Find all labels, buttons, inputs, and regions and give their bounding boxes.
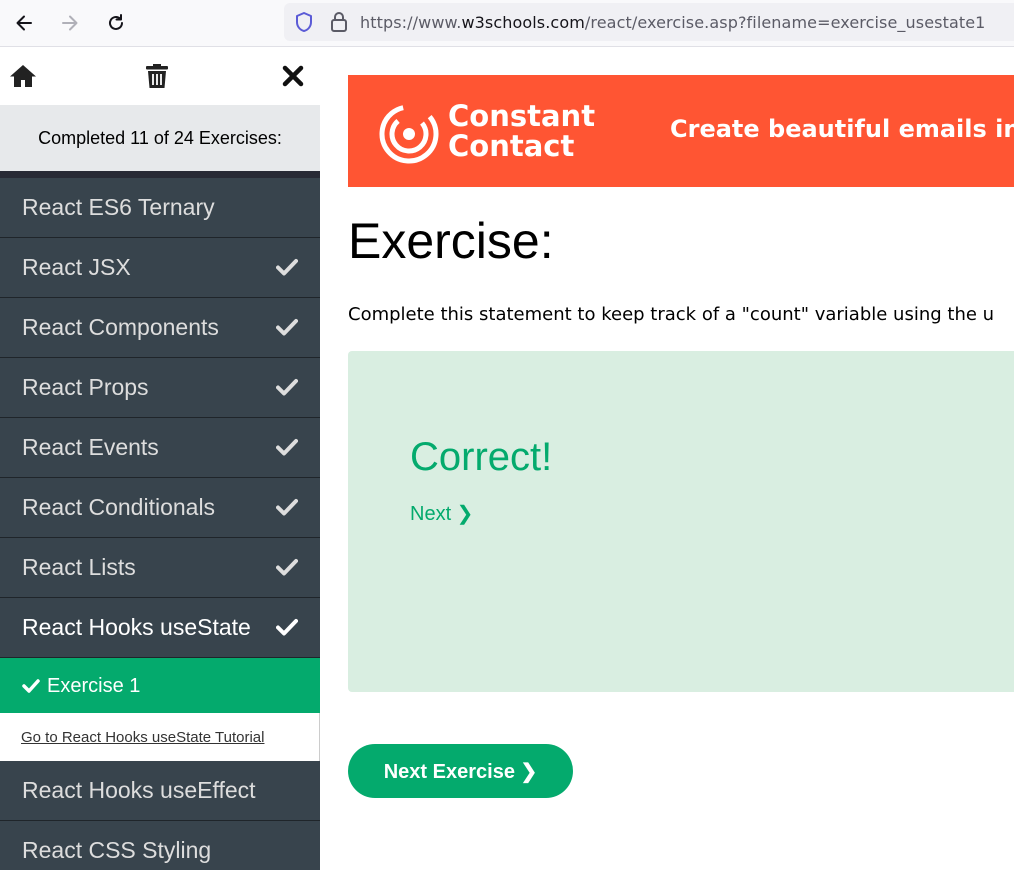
current-exercise-label: Exercise 1: [47, 675, 141, 697]
next-link[interactable]: Next ❯: [410, 501, 473, 526]
result-text: Correct!: [410, 435, 553, 479]
sidebar-item-react-es6-ternary[interactable]: React ES6 Ternary: [0, 178, 320, 238]
progress-text: Completed 11 of 24 Exercises:: [0, 105, 320, 171]
back-icon[interactable]: [10, 9, 38, 37]
lock-icon[interactable]: [330, 11, 348, 37]
sidebar-item-label: React JSX: [22, 254, 131, 280]
sidebar-item-react-props[interactable]: React Props: [0, 358, 320, 418]
sidebar-item-label: React CSS Styling: [22, 837, 212, 863]
checkmark-icon: [22, 679, 40, 693]
sidebar-item-label: React Events: [22, 434, 159, 460]
checkmark-icon: [276, 259, 298, 276]
sidebar-item-react-jsx[interactable]: React JSX: [0, 238, 320, 298]
sidebar-item-label: React Components: [22, 314, 219, 340]
current-exercise-item[interactable]: Exercise 1: [0, 658, 320, 713]
ad-brand: Constant Contact: [448, 99, 596, 163]
page-title: Exercise:: [348, 213, 554, 269]
address-bar[interactable]: https://www.w3schools.com/react/exercise…: [284, 3, 1014, 41]
checkmark-icon: [276, 499, 298, 516]
exercise-sidebar: Completed 11 of 24 Exercises: React ES6 …: [0, 47, 320, 870]
constant-contact-logo-icon: [379, 104, 439, 164]
sidebar-toolbar: [0, 47, 320, 105]
sidebar-item-label: React Hooks useEffect: [22, 777, 256, 803]
tracking-protection-icon[interactable]: [294, 11, 314, 37]
sidebar-item-react-hooks-usestate[interactable]: React Hooks useState: [0, 598, 320, 658]
next-exercise-button[interactable]: Next Exercise ❯: [348, 744, 573, 798]
checkmark-icon: [276, 559, 298, 576]
forward-icon[interactable]: [56, 9, 84, 37]
sidebar-item-label: React ES6 Ternary: [22, 194, 215, 220]
checkmark-icon: [276, 619, 298, 636]
close-icon[interactable]: [277, 60, 309, 92]
sidebar-item-react-conditionals[interactable]: React Conditionals: [0, 478, 320, 538]
url-text: https://www.w3schools.com/react/exercise…: [360, 13, 986, 32]
checkmark-icon: [276, 379, 298, 396]
sidebar-item-label: React Props: [22, 374, 149, 400]
home-icon[interactable]: [7, 60, 39, 92]
sidebar-item-react-lists[interactable]: React Lists: [0, 538, 320, 598]
checkmark-icon: [276, 319, 298, 336]
checkmark-icon: [276, 439, 298, 456]
reload-icon[interactable]: [102, 9, 130, 37]
sidebar-item-react-hooks-useeffect[interactable]: React Hooks useEffect: [0, 761, 320, 821]
sidebar-item-react-css-styling[interactable]: React CSS Styling: [0, 821, 320, 870]
browser-toolbar: https://www.w3schools.com/react/exercise…: [0, 0, 1014, 47]
sidebar-item-react-events[interactable]: React Events: [0, 418, 320, 478]
ad-banner[interactable]: Constant Contact Create beautiful emails…: [348, 75, 1014, 187]
sidebar-item-react-components[interactable]: React Components: [0, 298, 320, 358]
exercise-list: React ES6 Ternary React JSX React Compon…: [0, 178, 320, 870]
tutorial-link-row: Go to React Hooks useState Tutorial: [0, 713, 320, 761]
ad-tagline: Create beautiful emails in m: [670, 115, 1014, 143]
sidebar-item-label: React Hooks useState: [22, 614, 251, 640]
sidebar-item-label: React Conditionals: [22, 494, 216, 520]
result-panel: Correct! Next ❯: [348, 351, 1014, 692]
exercise-instruction: Complete this statement to keep track of…: [348, 304, 995, 325]
sidebar-item-label: React Lists: [22, 554, 136, 580]
tutorial-link[interactable]: Go to React Hooks useState Tutorial: [21, 729, 264, 746]
trash-icon[interactable]: [141, 60, 173, 92]
